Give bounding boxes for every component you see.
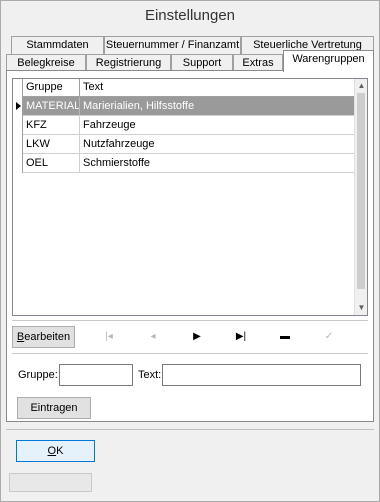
tab-label: Warengruppen [292, 53, 365, 65]
tab-stammdaten[interactable]: Stammdaten [11, 36, 104, 54]
button-label-rest: K [56, 445, 64, 457]
row-indicator [13, 154, 23, 173]
button-label-rest: earbeiten [24, 331, 71, 343]
cell-text[interactable]: Nutzfahrzeuge [80, 135, 355, 153]
settings-window: Einstellungen Stammdaten Steuernummer / … [0, 0, 380, 502]
status-bar [9, 473, 92, 492]
scroll-down-icon[interactable]: ▼ [355, 301, 368, 315]
ok-button[interactable]: OK [16, 440, 95, 462]
tab-label: Belegkreise [17, 57, 75, 69]
tab-steuernummer-finanzamt[interactable]: Steuernummer / Finanzamt [104, 36, 241, 54]
table-row[interactable]: MATERIAL Marierialien, Hilfsstoffe [13, 97, 355, 116]
nav-delete-icon[interactable]: ▬ [275, 328, 295, 346]
nav-last-icon[interactable]: ▶| [231, 328, 251, 346]
table-row[interactable]: OEL Schmierstoffe [13, 154, 355, 173]
divider [12, 353, 368, 354]
warengruppen-panel: Gruppe Text MATERIAL Marierialien, Hilfs… [6, 70, 374, 422]
cell-text[interactable]: Marierialien, Hilfsstoffe [80, 97, 355, 115]
nav-post-icon[interactable]: ✓ [319, 328, 339, 346]
row-indicator-arrow-icon [13, 97, 23, 116]
button-label: Eintragen [30, 402, 78, 414]
grid-header: Gruppe Text [13, 79, 355, 97]
row-indicator [13, 116, 23, 135]
cell-text[interactable]: Fahrzeuge [80, 116, 355, 134]
mnemonic-letter: O [47, 445, 57, 457]
gruppe-label: Gruppe: [18, 369, 58, 381]
divider [6, 429, 374, 430]
cell-gruppe[interactable]: KFZ [23, 116, 80, 134]
column-header-text[interactable]: Text [80, 79, 355, 96]
row-indicator [13, 135, 23, 154]
tab-label: Stammdaten [26, 39, 89, 51]
nav-first-icon[interactable]: |◂ [99, 328, 119, 346]
nav-next-icon[interactable]: ▶ [187, 328, 207, 346]
bearbeiten-button[interactable]: Bearbeiten [12, 326, 75, 348]
window-title: Einstellungen [1, 1, 379, 31]
tab-label: Steuernummer / Finanzamt [105, 39, 240, 51]
tab-warengruppen[interactable]: Warengruppen [283, 50, 374, 72]
gruppe-input[interactable] [59, 364, 133, 386]
header-indicator [13, 79, 23, 97]
scroll-thumb[interactable] [357, 93, 365, 289]
tab-label: Support [182, 57, 222, 69]
table-row[interactable]: KFZ Fahrzeuge [13, 116, 355, 135]
text-label: Text: [138, 369, 162, 381]
divider [12, 320, 368, 321]
eintragen-button[interactable]: Eintragen [17, 397, 91, 419]
table-row[interactable]: LKW Nutzfahrzeuge [13, 135, 355, 154]
cell-gruppe[interactable]: MATERIAL [23, 97, 80, 115]
warengruppen-grid[interactable]: Gruppe Text MATERIAL Marierialien, Hilfs… [12, 78, 368, 316]
cell-text[interactable]: Schmierstoffe [80, 154, 355, 172]
text-input[interactable] [162, 364, 361, 386]
tab-label: Extras [242, 57, 274, 69]
column-header-gruppe[interactable]: Gruppe [23, 79, 80, 96]
scroll-up-icon[interactable]: ▲ [355, 79, 368, 93]
cell-gruppe[interactable]: OEL [23, 154, 80, 172]
grid-vertical-scrollbar[interactable]: ▲ ▼ [354, 79, 367, 315]
tab-label: Registrierung [95, 57, 162, 69]
cell-gruppe[interactable]: LKW [23, 135, 80, 153]
nav-prior-icon[interactable]: ◂ [143, 328, 163, 346]
